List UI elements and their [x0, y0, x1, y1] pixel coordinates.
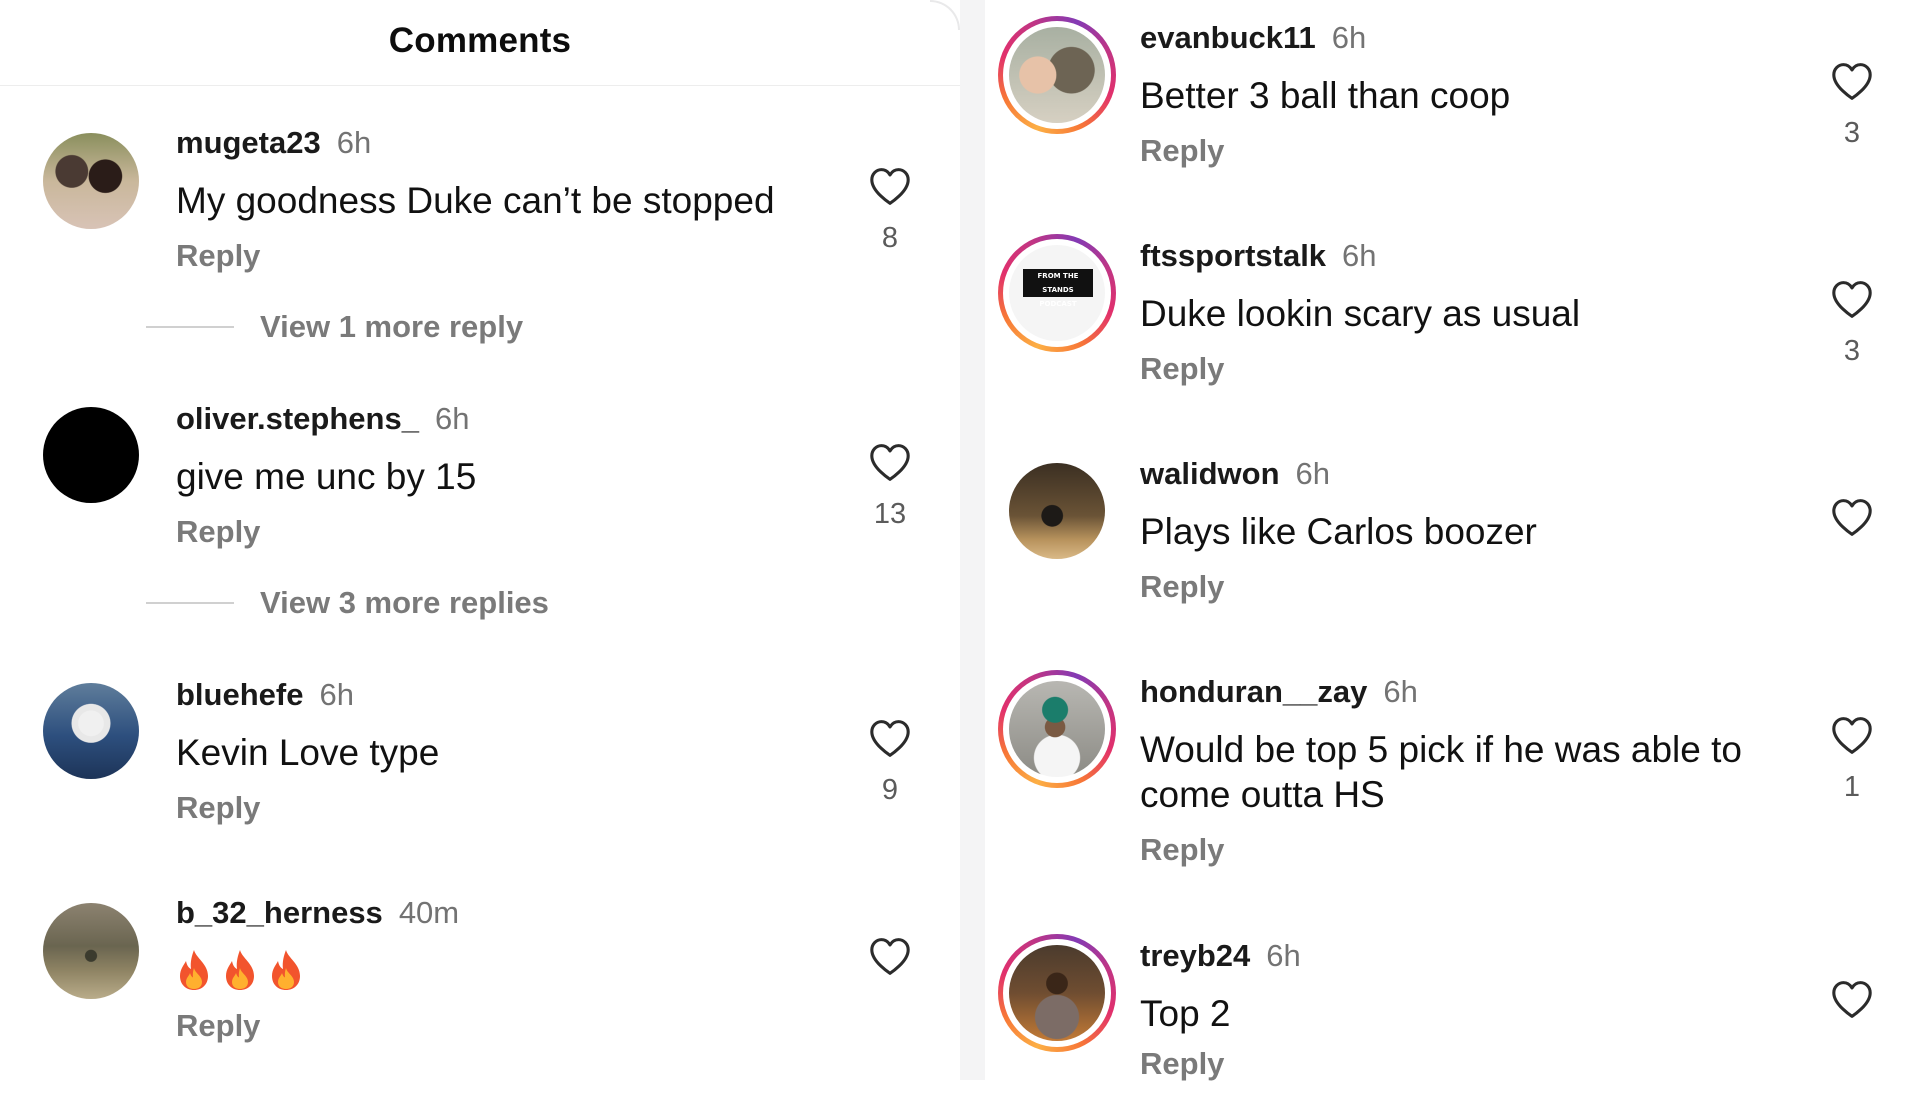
heart-outline-icon[interactable] — [1830, 279, 1874, 319]
heart-outline-icon[interactable] — [1830, 979, 1874, 1019]
comment-header: mugeta23 6h — [176, 125, 371, 161]
comment-text: give me unc by 15 — [176, 456, 477, 497]
avatar[interactable] — [43, 407, 139, 503]
comment-username[interactable]: bluehefe — [176, 677, 303, 712]
comment-item: FROM THE STANDS PODCAST ftssportstalk 6h … — [985, 218, 1920, 418]
reply-button[interactable]: Reply — [176, 1008, 260, 1044]
like-count: 1 — [1843, 771, 1861, 803]
comment-username[interactable]: ftssportstalk — [1140, 238, 1326, 273]
story-ring[interactable]: FROM THE STANDS PODCAST — [998, 234, 1116, 352]
comment-time: 6h — [1295, 456, 1330, 491]
comment-username[interactable]: treyb24 — [1140, 938, 1250, 973]
avatar[interactable] — [1009, 945, 1105, 1041]
comment-item: walidwon 6h Plays like Carlos boozer Repl… — [985, 436, 1920, 636]
avatar[interactable] — [1009, 463, 1105, 559]
reply-button[interactable]: Reply — [176, 238, 260, 274]
podcast-logo: FROM THE STANDS PODCAST — [1023, 269, 1093, 308]
comment-time: 6h — [336, 125, 372, 160]
comment-item: b_32_herness 40m Reply — [0, 770, 960, 1043]
comment-time: 6h — [319, 677, 354, 712]
story-ring[interactable] — [998, 16, 1116, 134]
heart-outline-icon[interactable] — [868, 166, 912, 206]
panel-divider — [960, 0, 985, 1080]
heart-outline-icon[interactable] — [1830, 497, 1874, 537]
comment-text: Kevin Love type — [176, 732, 440, 773]
comment-item: evanbuck11 6h Better 3 ball than coop Rep… — [985, 0, 1920, 200]
comment-time: 6h — [1266, 938, 1301, 973]
comment-text: Top 2 — [1140, 993, 1231, 1034]
fire-emoji — [266, 948, 306, 992]
comment-header: treyb24 6h — [1140, 938, 1301, 974]
comment-text-line2: come outta HS — [1140, 774, 1385, 815]
comment-header: ftssportstalk 6h — [1140, 238, 1377, 274]
comment-header: honduran__zay 6h — [1140, 674, 1418, 710]
heart-outline-icon[interactable] — [1830, 715, 1874, 755]
reply-button[interactable]: Reply — [1140, 1046, 1224, 1082]
comments-sheet-left: Comments mugeta23 6h My goodness Duke can… — [0, 0, 960, 1080]
reply-button[interactable]: Reply — [1140, 351, 1224, 387]
comment-time: 6h — [434, 401, 470, 436]
comment-username[interactable]: mugeta23 — [176, 125, 321, 160]
comment-emoji-text — [174, 948, 306, 992]
comment-header: oliver.stephens_ 6h — [176, 401, 469, 437]
story-ring[interactable] — [998, 670, 1116, 788]
comment-time: 6h — [1342, 238, 1377, 273]
heart-outline-icon[interactable] — [1830, 61, 1874, 101]
comment-username[interactable]: b_32_herness — [176, 895, 383, 930]
reply-button[interactable]: Reply — [1140, 832, 1224, 868]
comments-sheet-right: evanbuck11 6h Better 3 ball than coop Rep… — [985, 0, 1920, 1081]
comment-header: b_32_herness 40m — [176, 895, 459, 931]
like-count: 13 — [873, 498, 907, 530]
comment-text: Duke lookin scary as usual — [1140, 293, 1581, 334]
avatar[interactable] — [1009, 681, 1105, 777]
comment-username[interactable]: evanbuck11 — [1140, 20, 1316, 55]
story-ring[interactable] — [998, 934, 1116, 1052]
avatar[interactable] — [43, 133, 139, 229]
comment-text: Plays like Carlos boozer — [1140, 511, 1537, 552]
like-count: 3 — [1843, 117, 1861, 149]
comment-item: bluehefe 6h Kevin Love type Reply 9 — [0, 552, 960, 825]
comment-item: treyb24 6h Top 2 Reply — [985, 918, 1920, 1118]
comment-text: My goodness Duke can’t be stopped — [176, 180, 775, 221]
heart-outline-icon[interactable] — [868, 936, 912, 976]
reply-button[interactable]: Reply — [1140, 569, 1224, 605]
heart-outline-icon[interactable] — [868, 442, 912, 482]
comment-item: oliver.stephens_ 6h give me unc by 15 Rep… — [0, 276, 960, 620]
reply-button[interactable]: Reply — [1140, 133, 1224, 169]
avatar[interactable]: FROM THE STANDS PODCAST — [1009, 245, 1105, 341]
comment-username[interactable]: oliver.stephens_ — [176, 401, 419, 436]
comment-username[interactable]: honduran__zay — [1140, 674, 1367, 709]
comment-item: honduran__zay 6h Would be top 5 pick if h… — [985, 654, 1920, 867]
comment-time: 6h — [1331, 20, 1367, 55]
fire-emoji — [220, 948, 260, 992]
comment-item: mugeta23 6h My goodness Duke can’t be sto… — [0, 0, 960, 344]
comment-username[interactable]: walidwon — [1140, 456, 1280, 491]
avatar[interactable] — [43, 903, 139, 999]
reply-button[interactable]: Reply — [176, 514, 260, 550]
comment-time: 40m — [398, 895, 460, 930]
comment-text: Better 3 ball than coop — [1140, 75, 1511, 116]
comment-text: Would be top 5 pick if he was able to — [1140, 729, 1742, 770]
fire-emoji — [174, 948, 214, 992]
heart-outline-icon[interactable] — [868, 718, 912, 758]
like-count: 8 — [881, 222, 899, 254]
avatar[interactable] — [43, 683, 139, 779]
like-count: 3 — [1843, 335, 1861, 367]
comment-time: 6h — [1383, 674, 1418, 709]
avatar[interactable] — [1009, 27, 1105, 123]
comment-header: evanbuck11 6h — [1140, 20, 1366, 56]
comment-header: bluehefe 6h — [176, 677, 354, 713]
comment-header: walidwon 6h — [1140, 456, 1330, 492]
